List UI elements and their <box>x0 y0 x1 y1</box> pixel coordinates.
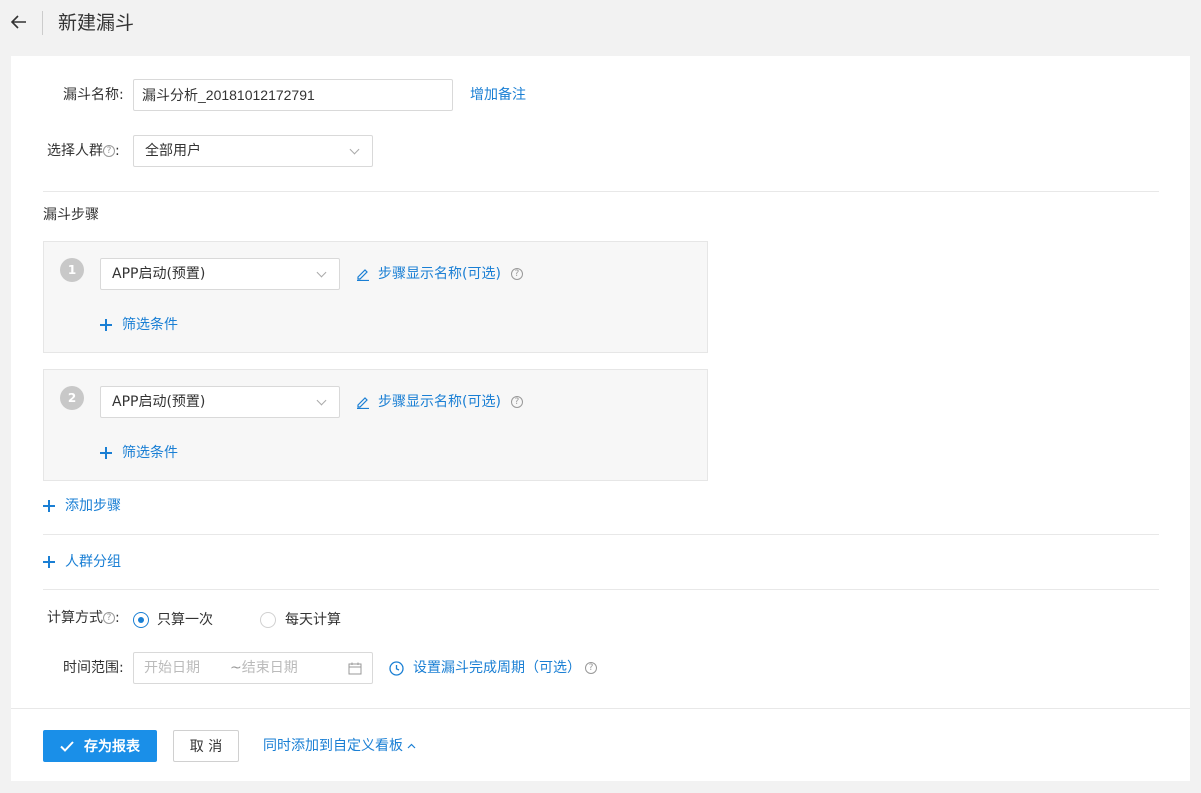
help-icon[interactable]: ? <box>510 396 523 408</box>
plus-icon <box>43 500 55 512</box>
crowd-group-label: 人群分组 <box>65 554 121 570</box>
completion-period-link[interactable]: 设置漏斗完成周期（可选） <box>413 658 581 678</box>
help-icon[interactable]: ? <box>103 612 115 624</box>
calc-option-label: 只算一次 <box>157 612 213 628</box>
radio-button[interactable] <box>260 612 276 628</box>
calc-label: 计算方式?: <box>47 608 120 628</box>
divider <box>43 191 1159 192</box>
calc-label-colon: : <box>115 610 120 626</box>
header-divider <box>42 11 43 35</box>
chevron-down-icon <box>316 395 327 405</box>
step-display-name-link[interactable]: 步骤显示名称(可选) <box>378 392 501 412</box>
footer-divider <box>11 708 1190 709</box>
add-filter-link[interactable]: 筛选条件 <box>100 315 178 335</box>
arrow-left-icon <box>11 15 26 29</box>
add-step-link[interactable]: 添加步骤 <box>43 496 121 516</box>
step-display-name: 步骤显示名称(可选) ? <box>356 392 523 412</box>
help-icon[interactable]: ? <box>585 662 597 674</box>
add-to-board-link[interactable]: 同时添加到自定义看板 <box>263 736 416 756</box>
crowd-group-link[interactable]: 人群分组 <box>43 552 121 572</box>
page-title: 新建漏斗 <box>58 12 135 34</box>
step-number: 2 <box>60 386 84 410</box>
divider <box>43 589 1159 590</box>
plus-icon <box>43 556 55 568</box>
funnel-name-input[interactable] <box>133 79 453 111</box>
check-icon <box>60 740 74 752</box>
steps-title: 漏斗步骤 <box>43 207 99 223</box>
cancel-button[interactable]: 取 消 <box>173 730 239 762</box>
range-separator: ~ <box>230 660 242 676</box>
chevron-down-icon <box>316 267 327 277</box>
date-range-picker[interactable]: 开始日期 ~ 结束日期 <box>133 652 373 684</box>
crowd-label-text: 选择人群 <box>47 143 103 159</box>
step-number: 1 <box>60 258 84 282</box>
add-filter-label: 筛选条件 <box>122 317 178 333</box>
time-range-label: 时间范围: <box>63 660 124 676</box>
save-report-button[interactable]: 存为报表 <box>43 730 157 762</box>
help-icon[interactable]: ? <box>103 145 115 157</box>
radio-button[interactable] <box>133 612 149 628</box>
edit-icon <box>357 397 369 409</box>
start-date-placeholder[interactable]: 开始日期 <box>144 653 230 683</box>
back-button[interactable] <box>9 12 29 32</box>
calc-label-text: 计算方式 <box>47 610 103 626</box>
step-event-value: APP启动(预置) <box>112 266 206 282</box>
clock-icon <box>389 660 404 676</box>
chevron-down-icon <box>349 144 360 154</box>
add-note-link[interactable]: 增加备注 <box>470 85 526 105</box>
step-event-value: APP启动(预置) <box>112 394 206 410</box>
crowd-label: 选择人群?: <box>47 141 120 161</box>
step-event-select[interactable]: APP启动(预置) <box>100 386 340 418</box>
divider <box>43 534 1159 535</box>
completion-period: 设置漏斗完成周期（可选） ? <box>389 658 597 678</box>
add-to-board-label: 同时添加到自定义看板 <box>263 738 403 754</box>
plus-icon <box>100 447 112 459</box>
calc-option-label: 每天计算 <box>285 612 341 628</box>
help-icon[interactable]: ? <box>510 268 523 280</box>
add-step-label: 添加步骤 <box>65 498 121 514</box>
plus-icon <box>100 319 112 331</box>
step-display-name-link[interactable]: 步骤显示名称(可选) <box>378 264 501 284</box>
step-display-name: 步骤显示名称(可选) ? <box>356 264 523 284</box>
crowd-select-value: 全部用户 <box>145 143 201 159</box>
chevron-up-icon <box>407 743 416 749</box>
save-report-label: 存为报表 <box>84 739 140 755</box>
end-date-placeholder[interactable]: 结束日期 <box>242 653 348 683</box>
add-filter-label: 筛选条件 <box>122 445 178 461</box>
calc-option-daily[interactable]: 每天计算 <box>260 610 341 630</box>
crowd-select[interactable]: 全部用户 <box>133 135 373 167</box>
crowd-label-colon: : <box>115 143 120 159</box>
funnel-name-label: 漏斗名称: <box>63 87 124 103</box>
calc-option-once[interactable]: 只算一次 <box>133 610 213 630</box>
add-filter-link[interactable]: 筛选条件 <box>100 443 178 463</box>
edit-icon <box>357 269 369 281</box>
step-event-select[interactable]: APP启动(预置) <box>100 258 340 290</box>
calendar-icon <box>348 662 362 674</box>
